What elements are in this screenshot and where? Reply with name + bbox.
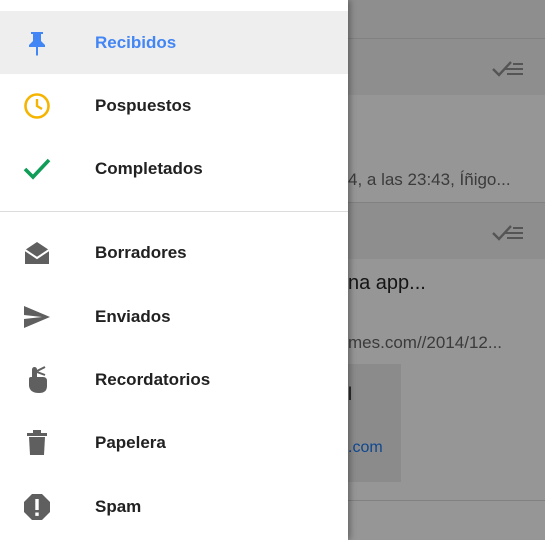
drawer-item-recordatorios[interactable]: Recordatorios	[0, 348, 348, 411]
trash-icon	[22, 428, 52, 458]
drawer-item-spam[interactable]: Spam	[0, 475, 348, 538]
drawer-item-label: Enviados	[95, 306, 171, 326]
drawer-item-completados[interactable]: Completados	[0, 137, 348, 200]
send-icon	[22, 302, 52, 332]
clock-icon	[22, 91, 52, 121]
drawer-item-label: Recibidos	[95, 32, 177, 52]
check-icon	[22, 154, 52, 184]
drawer-item-label: Recordatorios	[95, 369, 211, 389]
spam-icon	[22, 492, 52, 522]
drawer-item-label: Pospuestos	[95, 95, 192, 115]
drawer-item-label: Borradores	[95, 242, 187, 262]
drawer-item-enviados[interactable]: Enviados	[0, 285, 348, 348]
drawer-item-recibidos[interactable]: Recibidos	[0, 11, 348, 74]
reminder-finger-icon	[22, 365, 52, 395]
drawer-item-borradores[interactable]: Borradores	[0, 221, 348, 284]
drawer-item-label: Spam	[95, 496, 142, 516]
drawer-item-label: Completados	[95, 158, 203, 178]
navigation-drawer: Recibidos Pospuestos Completados Borrado…	[0, 0, 348, 540]
drawer-item-pospuestos[interactable]: Pospuestos	[0, 74, 348, 137]
drafts-icon	[22, 238, 52, 268]
drawer-divider	[0, 211, 348, 212]
pin-icon	[22, 28, 52, 58]
drawer-item-papelera[interactable]: Papelera	[0, 411, 348, 474]
drawer-item-label: Papelera	[95, 432, 166, 452]
